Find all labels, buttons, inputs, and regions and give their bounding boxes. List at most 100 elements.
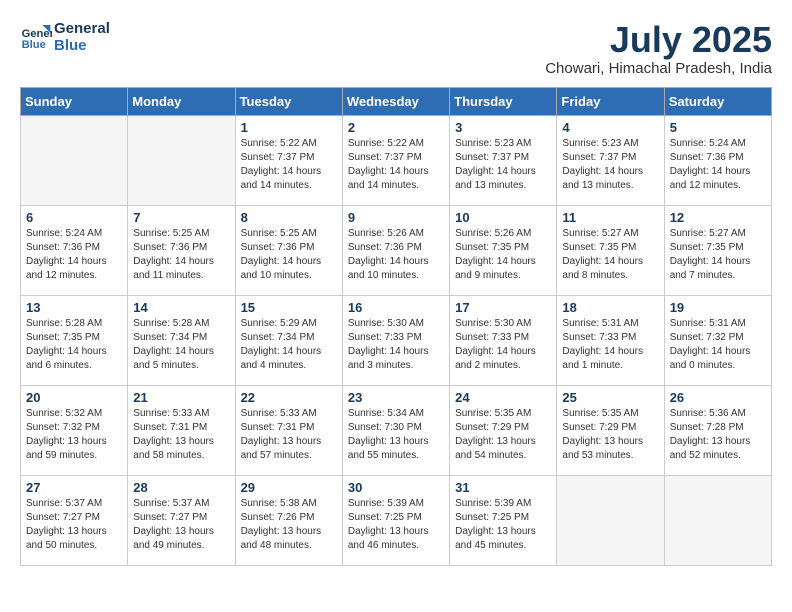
day-number: 2 xyxy=(348,120,444,135)
day-number: 28 xyxy=(133,480,229,495)
calendar-week-3: 13 Sunrise: 5:28 AM Sunset: 7:35 PM Dayli… xyxy=(21,295,772,385)
day-info: Sunrise: 5:39 AM Sunset: 7:25 PM Dayligh… xyxy=(348,497,444,553)
day-info: Sunrise: 5:24 AM Sunset: 7:36 PM Dayligh… xyxy=(670,137,766,193)
day-number: 29 xyxy=(241,480,337,495)
day-info: Sunrise: 5:37 AM Sunset: 7:27 PM Dayligh… xyxy=(133,497,229,553)
calendar-cell: 1 Sunrise: 5:22 AM Sunset: 7:37 PM Daylig… xyxy=(235,115,342,205)
day-number: 19 xyxy=(670,300,766,315)
day-info: Sunrise: 5:28 AM Sunset: 7:35 PM Dayligh… xyxy=(26,317,122,373)
calendar-cell xyxy=(21,115,128,205)
weekday-header-friday: Friday xyxy=(557,87,664,115)
weekday-header-wednesday: Wednesday xyxy=(342,87,449,115)
calendar-cell: 29 Sunrise: 5:38 AM Sunset: 7:26 PM Dayli… xyxy=(235,475,342,565)
calendar-cell: 10 Sunrise: 5:26 AM Sunset: 7:35 PM Dayli… xyxy=(450,205,557,295)
calendar-cell: 12Sunrise: 5:27 AM Sunset: 7:35 PM Dayli… xyxy=(664,205,771,295)
day-number: 6 xyxy=(26,210,122,225)
day-number: 11 xyxy=(562,210,658,225)
day-number: 8 xyxy=(241,210,337,225)
day-number: 22 xyxy=(241,390,337,405)
day-number: 21 xyxy=(133,390,229,405)
day-info: Sunrise: 5:37 AM Sunset: 7:27 PM Dayligh… xyxy=(26,497,122,553)
calendar-table: SundayMondayTuesdayWednesdayThursdayFrid… xyxy=(20,87,772,566)
day-number: 5 xyxy=(670,120,766,135)
day-info: Sunrise: 5:31 AM Sunset: 7:32 PM Dayligh… xyxy=(670,317,766,373)
day-info: Sunrise: 5:33 AM Sunset: 7:31 PM Dayligh… xyxy=(133,407,229,463)
title-block: July 2025 Chowari, Himachal Pradesh, Ind… xyxy=(545,20,772,77)
calendar-cell: 24 Sunrise: 5:35 AM Sunset: 7:29 PM Dayli… xyxy=(450,385,557,475)
calendar-cell: 7 Sunrise: 5:25 AM Sunset: 7:36 PM Daylig… xyxy=(128,205,235,295)
day-info: Sunrise: 5:28 AM Sunset: 7:34 PM Dayligh… xyxy=(133,317,229,373)
calendar-week-5: 27Sunrise: 5:37 AM Sunset: 7:27 PM Dayli… xyxy=(21,475,772,565)
calendar-cell: 15 Sunrise: 5:29 AM Sunset: 7:34 PM Dayli… xyxy=(235,295,342,385)
day-info: Sunrise: 5:23 AM Sunset: 7:37 PM Dayligh… xyxy=(562,137,658,193)
calendar-cell: 30 Sunrise: 5:39 AM Sunset: 7:25 PM Dayli… xyxy=(342,475,449,565)
day-number: 10 xyxy=(455,210,551,225)
day-info: Sunrise: 5:39 AM Sunset: 7:25 PM Dayligh… xyxy=(455,497,551,553)
day-info: Sunrise: 5:33 AM Sunset: 7:31 PM Dayligh… xyxy=(241,407,337,463)
day-info: Sunrise: 5:34 AM Sunset: 7:30 PM Dayligh… xyxy=(348,407,444,463)
calendar-cell: 16Sunrise: 5:30 AM Sunset: 7:33 PM Dayli… xyxy=(342,295,449,385)
calendar-cell: 18 Sunrise: 5:31 AM Sunset: 7:33 PM Dayli… xyxy=(557,295,664,385)
day-number: 13 xyxy=(26,300,122,315)
calendar-week-4: 20Sunrise: 5:32 AM Sunset: 7:32 PM Dayli… xyxy=(21,385,772,475)
day-info: Sunrise: 5:25 AM Sunset: 7:36 PM Dayligh… xyxy=(133,227,229,283)
day-number: 1 xyxy=(241,120,337,135)
calendar-cell: 25 Sunrise: 5:35 AM Sunset: 7:29 PM Dayli… xyxy=(557,385,664,475)
day-info: Sunrise: 5:27 AM Sunset: 7:35 PM Dayligh… xyxy=(562,227,658,283)
day-info: Sunrise: 5:26 AM Sunset: 7:35 PM Dayligh… xyxy=(455,227,551,283)
calendar-week-1: 1 Sunrise: 5:22 AM Sunset: 7:37 PM Daylig… xyxy=(21,115,772,205)
calendar-cell: 20Sunrise: 5:32 AM Sunset: 7:32 PM Dayli… xyxy=(21,385,128,475)
day-info: Sunrise: 5:35 AM Sunset: 7:29 PM Dayligh… xyxy=(562,407,658,463)
day-info: Sunrise: 5:29 AM Sunset: 7:34 PM Dayligh… xyxy=(241,317,337,373)
day-number: 3 xyxy=(455,120,551,135)
logo-icon: General Blue xyxy=(20,21,52,53)
calendar-cell: 8 Sunrise: 5:25 AM Sunset: 7:36 PM Daylig… xyxy=(235,205,342,295)
calendar-cell: 5 Sunrise: 5:24 AM Sunset: 7:36 PM Daylig… xyxy=(664,115,771,205)
calendar-cell: 21 Sunrise: 5:33 AM Sunset: 7:31 PM Dayli… xyxy=(128,385,235,475)
svg-text:Blue: Blue xyxy=(22,39,46,51)
day-number: 24 xyxy=(455,390,551,405)
calendar-cell: 22 Sunrise: 5:33 AM Sunset: 7:31 PM Dayli… xyxy=(235,385,342,475)
calendar-cell xyxy=(664,475,771,565)
calendar-cell xyxy=(557,475,664,565)
weekday-header-monday: Monday xyxy=(128,87,235,115)
logo-general: General xyxy=(54,20,110,37)
weekday-header-thursday: Thursday xyxy=(450,87,557,115)
calendar-cell: 4Sunrise: 5:23 AM Sunset: 7:37 PM Daylig… xyxy=(557,115,664,205)
day-number: 25 xyxy=(562,390,658,405)
calendar-cell: 31 Sunrise: 5:39 AM Sunset: 7:25 PM Dayli… xyxy=(450,475,557,565)
day-info: Sunrise: 5:22 AM Sunset: 7:37 PM Dayligh… xyxy=(241,137,337,193)
day-number: 18 xyxy=(562,300,658,315)
day-info: Sunrise: 5:38 AM Sunset: 7:26 PM Dayligh… xyxy=(241,497,337,553)
calendar-cell xyxy=(128,115,235,205)
day-info: Sunrise: 5:30 AM Sunset: 7:33 PM Dayligh… xyxy=(455,317,551,373)
calendar-cell: 23 Sunrise: 5:34 AM Sunset: 7:30 PM Dayli… xyxy=(342,385,449,475)
calendar-week-2: 6 Sunrise: 5:24 AM Sunset: 7:36 PM Daylig… xyxy=(21,205,772,295)
weekday-header-tuesday: Tuesday xyxy=(235,87,342,115)
day-number: 15 xyxy=(241,300,337,315)
day-number: 14 xyxy=(133,300,229,315)
day-info: Sunrise: 5:24 AM Sunset: 7:36 PM Dayligh… xyxy=(26,227,122,283)
day-number: 17 xyxy=(455,300,551,315)
calendar-cell: 11 Sunrise: 5:27 AM Sunset: 7:35 PM Dayli… xyxy=(557,205,664,295)
day-info: Sunrise: 5:26 AM Sunset: 7:36 PM Dayligh… xyxy=(348,227,444,283)
logo-blue: Blue xyxy=(54,37,110,54)
calendar-header-row: SundayMondayTuesdayWednesdayThursdayFrid… xyxy=(21,87,772,115)
day-info: Sunrise: 5:31 AM Sunset: 7:33 PM Dayligh… xyxy=(562,317,658,373)
day-number: 16 xyxy=(348,300,444,315)
day-number: 26 xyxy=(670,390,766,405)
day-info: Sunrise: 5:35 AM Sunset: 7:29 PM Dayligh… xyxy=(455,407,551,463)
day-number: 30 xyxy=(348,480,444,495)
calendar-cell: 19 Sunrise: 5:31 AM Sunset: 7:32 PM Dayli… xyxy=(664,295,771,385)
day-number: 23 xyxy=(348,390,444,405)
day-number: 31 xyxy=(455,480,551,495)
calendar-cell: 17 Sunrise: 5:30 AM Sunset: 7:33 PM Dayli… xyxy=(450,295,557,385)
day-number: 20 xyxy=(26,390,122,405)
day-info: Sunrise: 5:25 AM Sunset: 7:36 PM Dayligh… xyxy=(241,227,337,283)
day-number: 12 xyxy=(670,210,766,225)
calendar-cell: 14 Sunrise: 5:28 AM Sunset: 7:34 PM Dayli… xyxy=(128,295,235,385)
page-header: General Blue General Blue July 2025 Chow… xyxy=(20,20,772,77)
weekday-header-sunday: Sunday xyxy=(21,87,128,115)
day-info: Sunrise: 5:23 AM Sunset: 7:37 PM Dayligh… xyxy=(455,137,551,193)
day-number: 7 xyxy=(133,210,229,225)
